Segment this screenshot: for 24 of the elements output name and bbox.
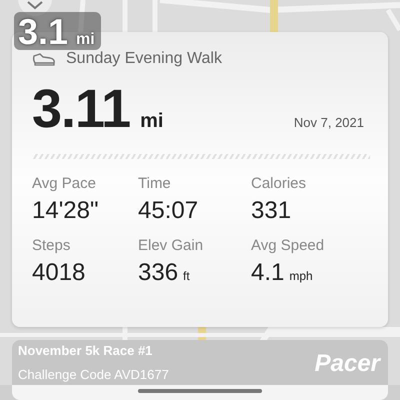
stat-value: 336	[138, 259, 178, 287]
stat-unit: ft	[183, 269, 190, 283]
challenge-code: Challenge Code AVD1677	[18, 367, 170, 384]
stat-value: 45:07	[138, 197, 198, 225]
distance-overlay: 3.1	[18, 14, 68, 50]
shoe-icon	[32, 52, 56, 66]
stat-label: Elev Gain	[138, 237, 204, 254]
stat-label: Avg Pace	[32, 175, 97, 192]
activity-title: Sunday Evening Walk	[66, 50, 222, 68]
stat-label: Steps	[32, 237, 72, 254]
stat-value: 14'28"	[32, 197, 98, 225]
stat-value: 331	[251, 197, 292, 225]
distance-value: 3.11	[32, 82, 130, 136]
stat-value: 4018	[32, 259, 86, 287]
distance-unit: mi	[76, 31, 95, 49]
stat-label: Calories	[251, 175, 308, 192]
stat-unit: mph	[289, 269, 313, 283]
challenge-title: November 5k Race #1	[18, 343, 154, 360]
brand-logo: Pacer	[314, 350, 380, 378]
distance-unit: mi	[140, 110, 164, 133]
stat-value: 4.1	[251, 259, 284, 287]
stat-label: Avg Speed	[251, 237, 326, 254]
stat-label: Time	[138, 175, 172, 192]
activity-date: Nov 7, 2021	[294, 115, 364, 130]
